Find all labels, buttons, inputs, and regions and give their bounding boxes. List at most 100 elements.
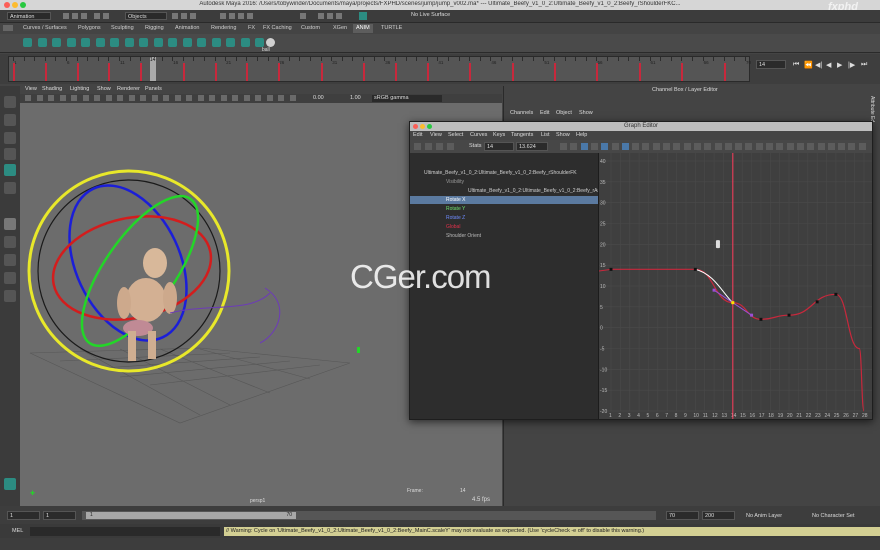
- shelf-tool-icon[interactable]: [95, 38, 105, 47]
- current-frame-field[interactable]: 14: [756, 60, 786, 69]
- channel-box-menu-object[interactable]: Object: [556, 110, 572, 116]
- graph-key-tool-icon[interactable]: [447, 143, 454, 150]
- graph-menu-select[interactable]: Select: [448, 132, 463, 138]
- tab-curves-surfaces[interactable]: Curves / Surfaces: [20, 24, 70, 33]
- undo-icon[interactable]: [94, 13, 100, 19]
- outliner-channel-row[interactable]: Shoulder Orient: [410, 232, 598, 240]
- timeline-keyframe[interactable]: [246, 63, 249, 81]
- shelf-tool-icon[interactable]: [139, 38, 148, 47]
- shelf-tool-icon[interactable]: [226, 38, 235, 47]
- select-tool-icon[interactable]: [4, 96, 16, 108]
- timeline-keyframe[interactable]: [469, 63, 472, 81]
- curve-keyframe[interactable]: [731, 301, 735, 305]
- viewport-tool-icon[interactable]: [48, 95, 54, 101]
- range-slider-handle[interactable]: 1 70: [86, 512, 296, 519]
- snap-plane-icon[interactable]: [247, 13, 253, 19]
- graph-menu-curves[interactable]: Curves: [470, 132, 487, 138]
- graph-menu-show[interactable]: Show: [556, 132, 570, 138]
- play-backward-icon[interactable]: ◀: [826, 61, 831, 69]
- history-icon[interactable]: [300, 13, 306, 19]
- viewport-tool-icon[interactable]: [220, 95, 227, 101]
- tab-xgen[interactable]: XGen: [330, 24, 350, 33]
- four-pane-layout-icon[interactable]: [4, 236, 16, 248]
- shelf-tool-icon[interactable]: [23, 38, 32, 47]
- viewport-tool-icon[interactable]: [82, 95, 89, 101]
- timeline-keyframe[interactable]: [511, 63, 514, 81]
- timeline-keyframe[interactable]: [554, 63, 557, 81]
- lasso-tool-icon[interactable]: [4, 114, 16, 126]
- graph-tool-icon[interactable]: [796, 143, 804, 150]
- viewport-tool-icon[interactable]: [36, 95, 43, 101]
- graph-tool-icon[interactable]: [683, 143, 691, 150]
- outliner-channel-row[interactable]: Global: [410, 223, 598, 231]
- tangent-handle-point[interactable]: [712, 288, 716, 292]
- playback-start-field[interactable]: 1: [43, 511, 76, 520]
- render-icon[interactable]: [318, 13, 324, 19]
- ball-shelf-icon[interactable]: [266, 38, 275, 47]
- rotate-tool-icon[interactable]: [4, 164, 16, 176]
- command-input[interactable]: [30, 527, 220, 536]
- viewport-tool-icon[interactable]: [197, 95, 204, 101]
- select-by-object-icon[interactable]: [181, 13, 187, 19]
- outliner-channel-row[interactable]: Ultimate_Beefy_v1_0_2:Ultimate_Beefy_v1_…: [410, 187, 598, 195]
- shelf-tool-icon[interactable]: [255, 38, 264, 47]
- locator-icon[interactable]: [357, 347, 360, 353]
- select-by-hierarchy-icon[interactable]: [172, 13, 178, 19]
- paint-select-icon[interactable]: [4, 132, 16, 144]
- save-scene-icon[interactable]: [81, 13, 87, 19]
- shelf-tool-icon[interactable]: [110, 38, 119, 47]
- graph-tool-icon[interactable]: [560, 143, 567, 150]
- graph-key-tool-icon[interactable]: [436, 143, 443, 150]
- curve-canvas[interactable]: 4035302520151050-5-10-15-201 2 3 4 5 6 7 8 9 10 11…: [599, 153, 872, 419]
- viewport-menu-lighting[interactable]: Lighting: [70, 86, 89, 92]
- timeline-keyframe[interactable]: [681, 63, 684, 81]
- time-slider-track[interactable]: 1 6 11 16 21 26 31 36 41 46 51 56 61 66 70 14: [8, 56, 751, 82]
- channel-box-menu-edit[interactable]: Edit: [540, 110, 549, 116]
- viewport-tool-icon[interactable]: [117, 95, 123, 101]
- graph-key-tool-icon[interactable]: [414, 143, 421, 150]
- timeline-keyframe[interactable]: [182, 63, 185, 81]
- range-slider-track[interactable]: 1 70: [82, 511, 656, 520]
- menu-set-dropdown[interactable]: Animation: [7, 12, 51, 20]
- graph-menu-tangents[interactable]: Tangents: [511, 132, 533, 138]
- graph-tool-icon[interactable]: [663, 143, 670, 150]
- time-slider[interactable]: 1 6 11 16 21 26 31 36 41 46 51 56 61 66 70 14 14 ⏮ ⏪ ◀|…: [0, 54, 880, 84]
- viewport-tool-icon[interactable]: [289, 95, 296, 101]
- viewport-tool-icon[interactable]: [186, 95, 192, 101]
- graph-tool-icon[interactable]: [858, 143, 866, 150]
- animation-start-field[interactable]: 1: [7, 511, 40, 520]
- tab-anim[interactable]: ANIM: [353, 24, 373, 33]
- move-tool-icon[interactable]: [4, 148, 16, 160]
- graph-tool-icon[interactable]: [590, 143, 598, 150]
- graph-tool-icon[interactable]: [621, 143, 629, 150]
- selection-mode-dropdown[interactable]: Objects: [125, 12, 167, 20]
- snap-curve-icon[interactable]: [229, 13, 235, 19]
- viewport-tool-icon[interactable]: [255, 95, 261, 101]
- new-scene-icon[interactable]: [63, 13, 69, 19]
- viewport-tool-icon[interactable]: [128, 95, 135, 101]
- shelf-tool-icon[interactable]: [66, 38, 76, 47]
- viewport-tool-icon[interactable]: [243, 95, 250, 101]
- timeline-keyframe[interactable]: [426, 63, 429, 81]
- graph-tool-icon[interactable]: [601, 143, 609, 150]
- shelf-menu-icon[interactable]: [3, 25, 13, 31]
- graph-minimize-icon[interactable]: [420, 124, 425, 129]
- playback-end-field[interactable]: 70: [666, 511, 699, 520]
- shelf-tool-icon[interactable]: [37, 38, 47, 47]
- graph-menu-edit[interactable]: Edit: [413, 132, 422, 138]
- graph-tool-icon[interactable]: [580, 143, 588, 150]
- timeline-keyframe[interactable]: [214, 63, 217, 81]
- shelf-tool-icon[interactable]: [153, 38, 163, 47]
- select-by-component-icon[interactable]: [190, 13, 196, 19]
- viewport-tool-icon[interactable]: [59, 95, 66, 101]
- persp-graph-layout-icon[interactable]: [4, 272, 16, 284]
- timeline-keyframe[interactable]: [394, 63, 397, 81]
- tab-animation[interactable]: Animation: [172, 24, 202, 33]
- shelf-tool-icon[interactable]: [197, 38, 206, 47]
- graph-tool-icon[interactable]: [827, 143, 835, 150]
- viewport-tool-icon[interactable]: [174, 95, 181, 101]
- ipr-icon[interactable]: [327, 13, 333, 19]
- snap-grid-icon[interactable]: [220, 13, 226, 19]
- shelf-tool-icon[interactable]: [211, 38, 221, 47]
- stats-value-field[interactable]: 13.624: [516, 142, 548, 151]
